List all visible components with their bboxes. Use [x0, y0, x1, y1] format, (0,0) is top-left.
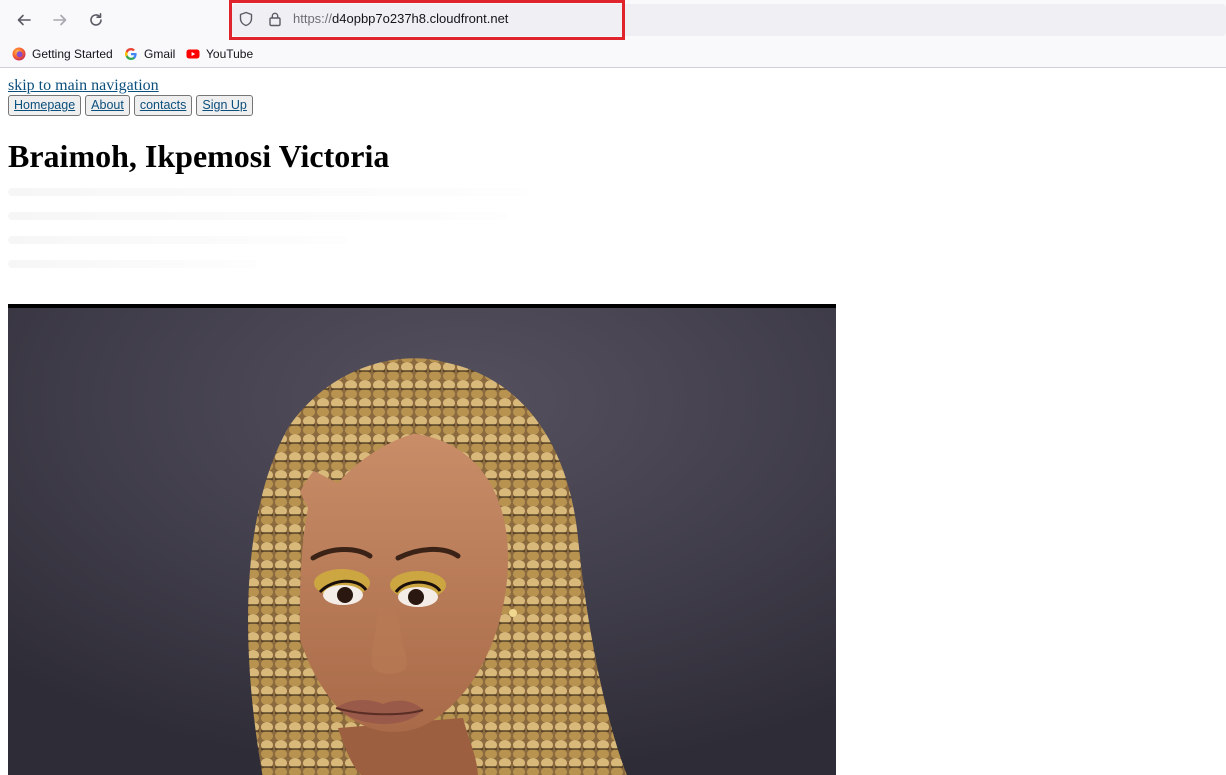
bookmark-label: Getting Started — [32, 47, 113, 61]
back-arrow-icon — [17, 14, 31, 26]
faded-text-block — [8, 188, 568, 278]
bookmark-youtube[interactable]: YouTube — [186, 46, 253, 62]
nav-about-button[interactable]: About — [85, 95, 130, 116]
back-button[interactable] — [10, 6, 38, 34]
forward-button[interactable] — [46, 6, 74, 34]
url-text[interactable]: https://d4opbp7o237h8.cloudfront.net — [293, 11, 508, 26]
web-page: skip to main navigation Homepage About c… — [0, 68, 1226, 775]
page-title: Braimoh, Ikpemosi Victoria — [8, 138, 390, 174]
skip-to-navigation-link[interactable]: skip to main navigation — [8, 77, 159, 95]
nav-sign-up-button[interactable]: Sign Up — [196, 95, 253, 116]
bookmark-getting-started[interactable]: Getting Started — [12, 46, 113, 62]
bookmark-gmail[interactable]: Gmail — [124, 46, 175, 62]
reload-button[interactable] — [82, 6, 110, 34]
url-scheme: https:// — [293, 11, 333, 26]
lock-icon[interactable] — [267, 11, 283, 27]
portrait-photo — [8, 304, 836, 775]
bookmark-label: Gmail — [144, 47, 176, 61]
forward-arrow-icon — [53, 14, 67, 26]
nav-contacts-button[interactable]: contacts — [133, 95, 193, 116]
bookmarks-bar: Getting Started Gmail YouTube — [0, 40, 1226, 68]
portrait-illustration — [8, 308, 836, 775]
youtube-icon — [186, 49, 200, 59]
nav-homepage-button[interactable]: Homepage — [8, 95, 82, 116]
browser-toolbar: https://d4opbp7o237h8.cloudfront.net — [0, 0, 1226, 40]
main-navigation: Homepage About contacts Sign Up — [8, 95, 253, 116]
shield-icon[interactable] — [238, 11, 254, 27]
firefox-icon — [12, 47, 26, 61]
reload-icon — [90, 13, 102, 26]
bookmark-label: YouTube — [206, 47, 254, 61]
google-icon — [125, 48, 137, 60]
url-host: d4opbp7o237h8.cloudfront.net — [332, 11, 509, 26]
